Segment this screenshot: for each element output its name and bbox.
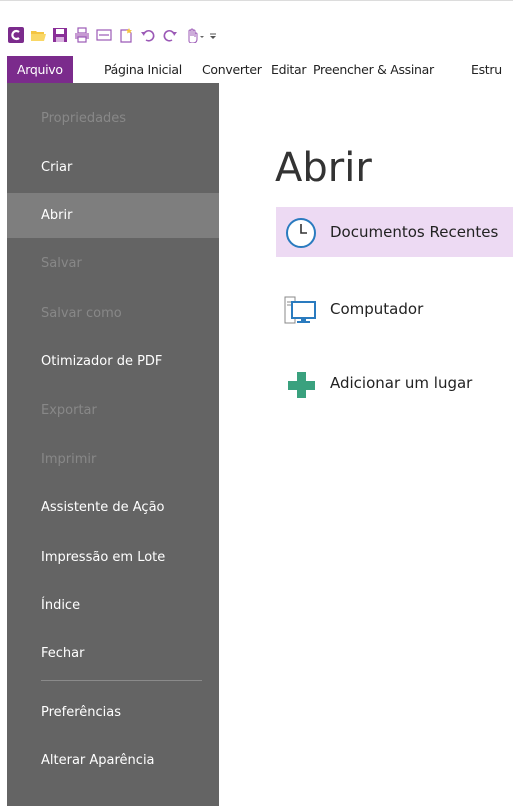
save-icon[interactable] [52,27,68,43]
plus-icon [284,367,318,401]
option-label: Documentos Recentes [330,223,499,241]
sidebar-item-salvar-como: Salvar como [41,306,122,321]
print-icon[interactable] [74,27,90,43]
option-documentos-recentes[interactable]: Documentos Recentes [276,207,513,257]
undo-icon[interactable] [140,27,156,43]
option-adicionar-lugar[interactable]: Adicionar um lugar [276,358,513,408]
customize-dropdown-icon[interactable] [208,27,218,43]
computer-icon [284,293,318,327]
sidebar-item-salvar: Salvar [41,256,82,271]
app-logo-icon [8,27,24,43]
page-title: Abrir [275,145,372,191]
clock-icon [284,216,318,250]
sidebar-item-criar[interactable]: Criar [7,145,219,190]
tab-converter[interactable]: Converter [202,56,262,83]
tab-editar[interactable]: Editar [271,56,307,83]
new-doc-icon[interactable] [118,27,134,43]
option-computador[interactable]: Computador [276,284,513,334]
scan-icon[interactable] [96,27,112,43]
sidebar-item-abrir[interactable]: Abrir [7,193,219,238]
sidebar-item-exportar: Exportar [41,403,97,418]
sidebar-item-impressao-lote[interactable]: Impressão em Lote [7,535,219,580]
sidebar-item-assistente-acao[interactable]: Assistente de Ação [7,485,219,530]
sidebar-item-preferencias[interactable]: Preferências [7,690,219,735]
quick-access-toolbar [0,0,513,56]
redo-icon[interactable] [162,27,178,43]
sidebar-item-fechar[interactable]: Fechar [7,631,219,676]
sidebar-item-indice[interactable]: Índice [7,583,219,628]
sidebar-item-alterar-aparencia[interactable]: Alterar Aparência [7,738,219,783]
sidebar-item-propriedades: Propriedades [41,111,127,126]
sidebar-divider [41,680,202,681]
tab-pagina-inicial[interactable]: Página Inicial [104,56,182,83]
sidebar-item-imprimir: Imprimir [41,452,97,467]
tab-estrutura[interactable]: Estru [471,56,502,83]
tab-arquivo[interactable]: Arquivo [7,56,73,83]
ribbon-tabs: Arquivo Página Inicial Converter Editar … [0,56,513,83]
backstage-sidebar: Propriedades Criar Abrir Salvar Salvar c… [7,83,219,806]
open-panel: Abrir Documentos Recentes Computador Adi… [219,83,513,806]
hand-tool-icon[interactable] [184,27,206,43]
tab-preencher-assinar[interactable]: Preencher & Assinar [313,56,434,83]
option-label: Adicionar um lugar [330,374,473,392]
sidebar-item-otimizador-pdf[interactable]: Otimizador de PDF [7,339,219,384]
option-label: Computador [330,300,424,318]
open-folder-icon[interactable] [30,27,46,43]
